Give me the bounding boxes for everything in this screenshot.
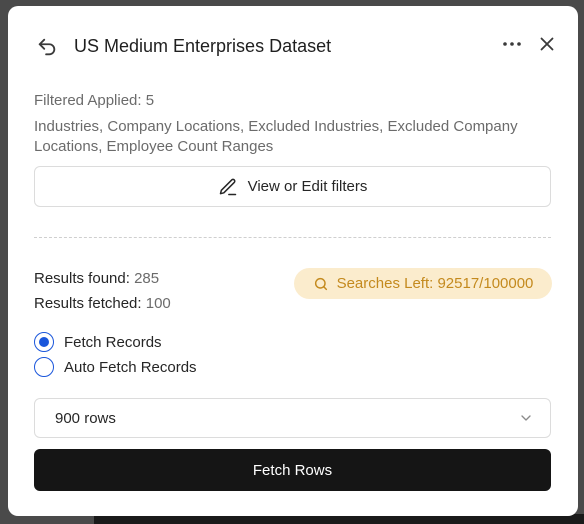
radio-button-selected[interactable] <box>34 332 54 352</box>
searches-left-badge: Searches Left: 92517/100000 <box>294 268 552 299</box>
results-fetched-label: Results fetched: <box>34 295 142 312</box>
radio-button-unselected[interactable] <box>34 357 54 377</box>
rows-count-value: 900 rows <box>55 409 116 427</box>
rows-count-select[interactable]: 900 rows <box>34 398 551 438</box>
more-horizontal-icon[interactable] <box>500 32 524 56</box>
radio-fetch-records-label: Fetch Records <box>64 333 162 351</box>
results-fetched-value: 100 <box>145 295 171 312</box>
results-found-label: Results found: <box>34 270 130 287</box>
searches-left-text: Searches Left: 92517/100000 <box>336 275 534 292</box>
results-fetched: Results fetched: 100 <box>34 295 171 312</box>
fetch-rows-label: Fetch Rows <box>252 461 333 479</box>
results-found: Results found: 285 <box>34 270 159 287</box>
modal-header: US Medium Enterprises Dataset <box>8 6 578 86</box>
section-divider <box>34 237 551 238</box>
radio-auto-fetch-records[interactable]: Auto Fetch Records <box>34 357 197 377</box>
results-found-value: 285 <box>134 270 160 287</box>
pencil-icon <box>219 178 236 195</box>
view-edit-filters-label: View or Edit filters <box>247 178 368 195</box>
modal-title: US Medium Enterprises Dataset <box>74 36 332 56</box>
radio-selected-dot <box>39 337 49 347</box>
chevron-down-icon <box>521 415 531 421</box>
radio-fetch-records[interactable]: Fetch Records <box>34 332 162 352</box>
radio-auto-fetch-records-label: Auto Fetch Records <box>64 358 197 376</box>
filters-list: Industries, Company Locations, Excluded … <box>34 118 518 155</box>
fetch-rows-button[interactable]: Fetch Rows <box>34 449 551 491</box>
filters-applied-count: Filtered Applied: 5 <box>34 92 155 109</box>
undo-arrow-icon[interactable] <box>36 36 58 58</box>
search-icon <box>314 277 327 290</box>
view-edit-filters-button[interactable]: View or Edit filters <box>34 166 551 207</box>
close-icon[interactable] <box>536 33 558 55</box>
fetch-dataset-modal: US Medium Enterprises Dataset Filtered A… <box>8 6 578 516</box>
